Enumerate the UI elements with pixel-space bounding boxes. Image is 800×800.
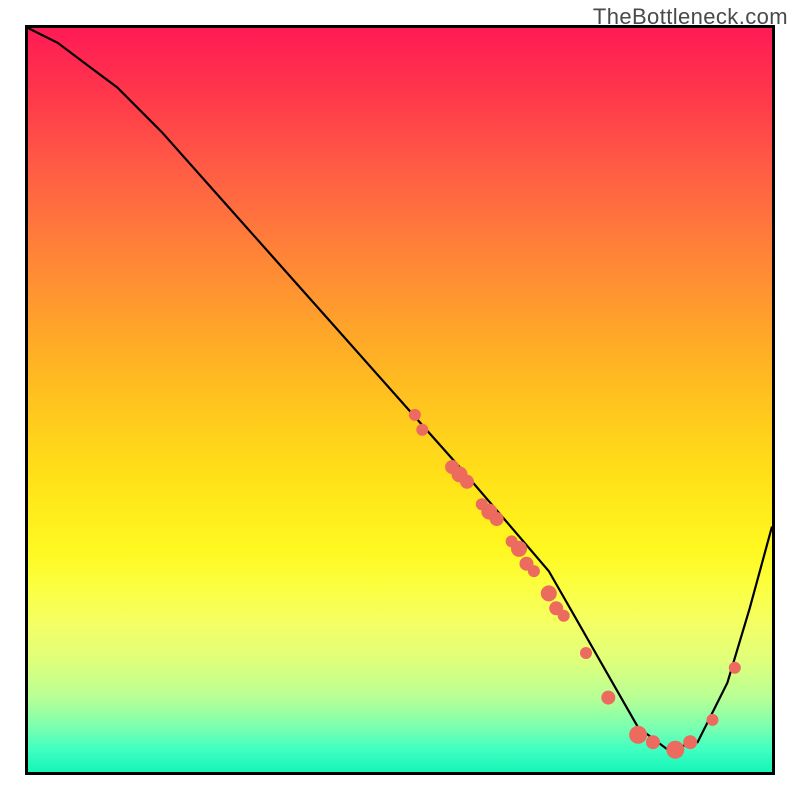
curve-marker [666, 741, 684, 759]
curve-marker [558, 610, 570, 622]
watermark-text: TheBottleneck.com [593, 4, 788, 30]
curve-marker [541, 585, 557, 601]
curve-marker [729, 662, 741, 674]
curve-marker [409, 409, 421, 421]
curve-markers [409, 409, 741, 759]
curve-marker [416, 424, 428, 436]
curve-marker [460, 475, 474, 489]
curve-marker [707, 714, 719, 726]
chart-area [25, 25, 775, 775]
curve-marker [629, 726, 647, 744]
curve-marker [646, 735, 660, 749]
bottleneck-curve [28, 28, 772, 750]
curve-marker [511, 541, 527, 557]
curve-marker [490, 512, 504, 526]
curve-marker [580, 647, 592, 659]
chart-overlay-svg [28, 28, 772, 772]
curve-marker [683, 735, 697, 749]
curve-marker [601, 691, 615, 705]
curve-marker [528, 565, 540, 577]
